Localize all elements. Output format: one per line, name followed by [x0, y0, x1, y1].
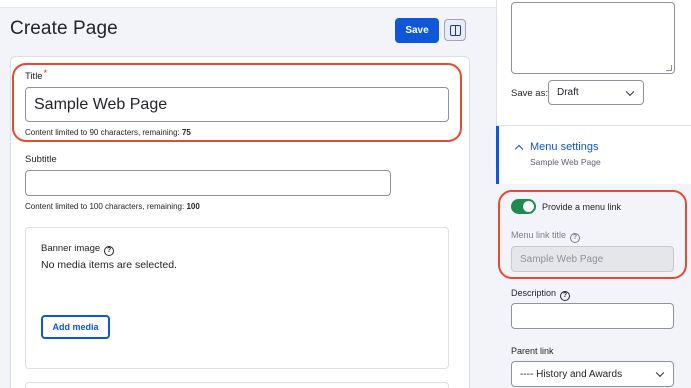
menu-settings-summary: Sample Web Page: [530, 157, 601, 167]
subtitle-remaining-count: 100: [186, 202, 200, 211]
description-input[interactable]: [511, 303, 674, 329]
save-as-select[interactable]: Draft: [548, 80, 644, 105]
parent-link-select[interactable]: ---- History and Awards: [511, 361, 674, 387]
help-icon[interactable]: ?: [104, 245, 115, 256]
parent-link-label: Parent link: [511, 346, 554, 356]
add-media-button[interactable]: Add media: [41, 315, 110, 339]
resize-handle-icon[interactable]: [666, 65, 672, 71]
description-label: Description?: [511, 288, 571, 301]
save-button[interactable]: Save: [395, 18, 439, 43]
parent-link-value: ---- History and Awards: [520, 368, 623, 380]
chevron-up-icon: [514, 144, 524, 154]
page-title: Create Page: [10, 18, 118, 39]
subtitle-label: Subtitle: [25, 154, 57, 165]
help-icon[interactable]: ?: [560, 290, 571, 301]
sidebar-panel-icon: [449, 24, 461, 36]
no-media-text: No media items are selected.: [41, 259, 177, 271]
chevron-down-icon: [655, 368, 665, 378]
menu-settings-header[interactable]: Menu settings Sample Web Page: [496, 126, 691, 184]
title-highlight-annotation: [12, 63, 462, 142]
menu-settings-title: Menu settings: [530, 141, 599, 153]
subtitle-input[interactable]: [25, 170, 391, 196]
top-strip: [0, 0, 496, 8]
chevron-down-icon: [625, 87, 635, 96]
menu-link-highlight-annotation: [498, 190, 687, 279]
sidebar-toggle-button[interactable]: [444, 19, 466, 41]
banner-image-label: Banner image?: [41, 243, 115, 256]
save-as-value: Draft: [557, 87, 579, 98]
revision-log-textarea[interactable]: [511, 2, 675, 74]
save-as-label: Save as:: [511, 88, 548, 99]
next-field-card: [25, 382, 449, 388]
subtitle-help-text: Content limited to 100 characters, remai…: [25, 202, 200, 211]
